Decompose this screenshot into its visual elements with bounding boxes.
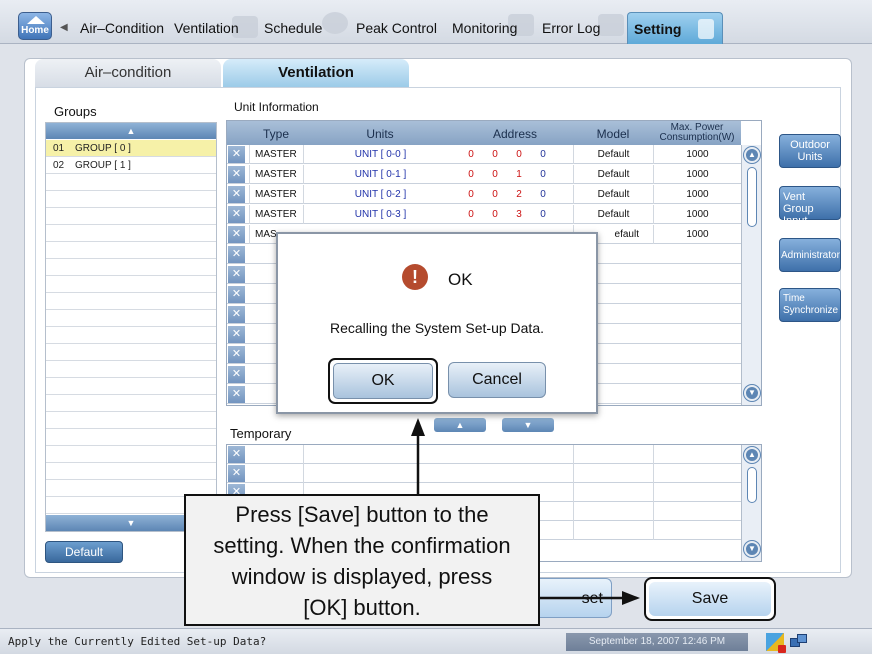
dialog-title: OK: [448, 270, 473, 289]
cancel-button[interactable]: Cancel: [448, 362, 546, 398]
status-bar: Apply the Currently Edited Set-up Data? …: [0, 628, 872, 654]
confirm-dialog: ! OK Recalling the System Set-up Data. O…: [276, 232, 598, 414]
app-window: Home ◀ Air–Condition Ventilation Schedul…: [0, 0, 872, 654]
datetime-display: September 18, 2007 12:46 PM: [566, 633, 748, 651]
callout-up-arrowhead: [411, 418, 425, 436]
callout-right-arrowhead: [622, 591, 640, 605]
status-message: Apply the Currently Edited Set-up Data?: [8, 635, 267, 648]
ok-button[interactable]: OK: [328, 358, 438, 404]
alert-icon[interactable]: [766, 633, 786, 653]
instruction-callout: Press [Save] button to the setting. When…: [184, 494, 540, 626]
warning-icon: !: [402, 264, 428, 290]
network-icon[interactable]: [790, 633, 808, 651]
dialog-message: Recalling the System Set-up Data.: [330, 320, 544, 336]
